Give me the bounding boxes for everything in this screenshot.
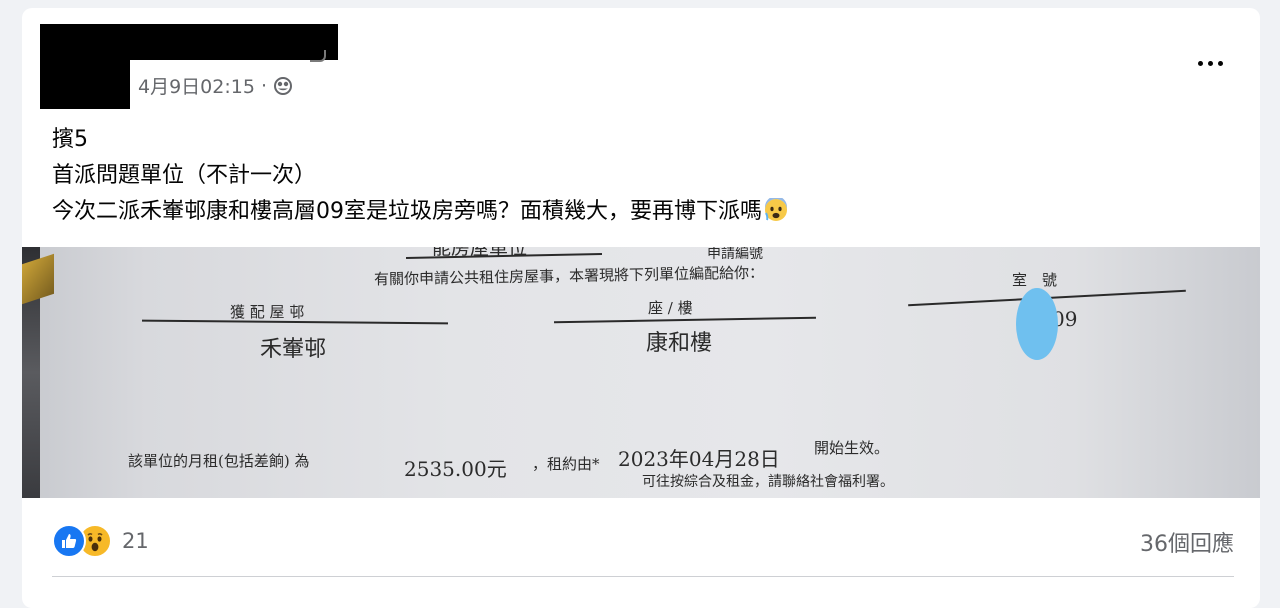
redacted-author-name[interactable] — [130, 24, 338, 60]
doc-block-value: 康和樓 — [646, 331, 713, 356]
doc-block-label: 座 / 樓 — [648, 299, 693, 317]
post-meta: 4月9日02:15 · — [138, 72, 293, 99]
doc-bottom-fragment: 可往按綜合及租金，請聯絡社會福利署。 — [642, 474, 894, 490]
doc-app-no-label: 申請編號 — [707, 247, 763, 262]
post-text-line-with-emoji: 今次二派禾輋邨康和樓高層09室是垃圾房旁嗎？面積幾大，要再博下派嗎 — [52, 194, 788, 230]
comments-count-link[interactable]: 36個回應 — [1140, 526, 1234, 558]
meta-separator: · — [260, 74, 267, 97]
name-overflow-mark — [310, 50, 326, 62]
post-text: 擯5 首派問題單位（不計一次） 今次二派禾輋邨康和樓高層09室是垃圾房旁嗎？面積… — [52, 122, 788, 230]
doc-rule — [141, 319, 449, 325]
post-timestamp[interactable]: 4月9日02:15 — [138, 72, 255, 99]
post-text-line: 首派問題單位（不計一次） — [52, 163, 317, 188]
globe-icon — [273, 76, 292, 95]
doc-rent-value: 2535.00元 — [404, 457, 507, 481]
doc-estate-label: 獲 配 屋 邨 — [230, 303, 305, 321]
post-photo[interactable]: 能房屋單位 申請編號 有關你申請公共租住房屋事，本署現將下列單位編配給你： 獲 … — [22, 247, 1260, 498]
footer-divider — [52, 576, 1234, 577]
reaction-summary[interactable]: 21 — [52, 524, 149, 558]
doc-lease-date: 2023年04月28日 — [618, 447, 780, 471]
photo-folder-edge — [22, 253, 54, 305]
post-card: 4月9日02:15 · 擯5 首派問題單位（不計一次） 今次二派禾輋邨康和樓高層… — [22, 8, 1260, 608]
doc-lease-effective: 開始生效。 — [814, 439, 890, 457]
doc-intro: 有關你申請公共租住房屋事，本署現將下列單位編配給你： — [373, 263, 765, 289]
redacted-avatar[interactable] — [40, 24, 130, 109]
privacy-blur-mark — [1016, 288, 1058, 360]
doc-rent-label: 該單位的月租(包括差餉) 為 — [128, 452, 310, 470]
like-reaction-icon — [52, 524, 86, 558]
doc-lease-from: ，租約由* — [532, 455, 600, 473]
doc-estate-value: 禾輋邨 — [260, 337, 327, 362]
more-options-icon[interactable] — [1192, 51, 1228, 75]
reaction-count: 21 — [122, 529, 149, 553]
fearful-emoji-icon — [765, 198, 787, 221]
doc-room-label: 室 號 — [1012, 271, 1058, 289]
post-text-line: 擯5 — [52, 127, 88, 152]
post-text-line: 今次二派禾輋邨康和樓高層09室是垃圾房旁嗎？面積幾大，要再博下派嗎 — [52, 199, 762, 224]
